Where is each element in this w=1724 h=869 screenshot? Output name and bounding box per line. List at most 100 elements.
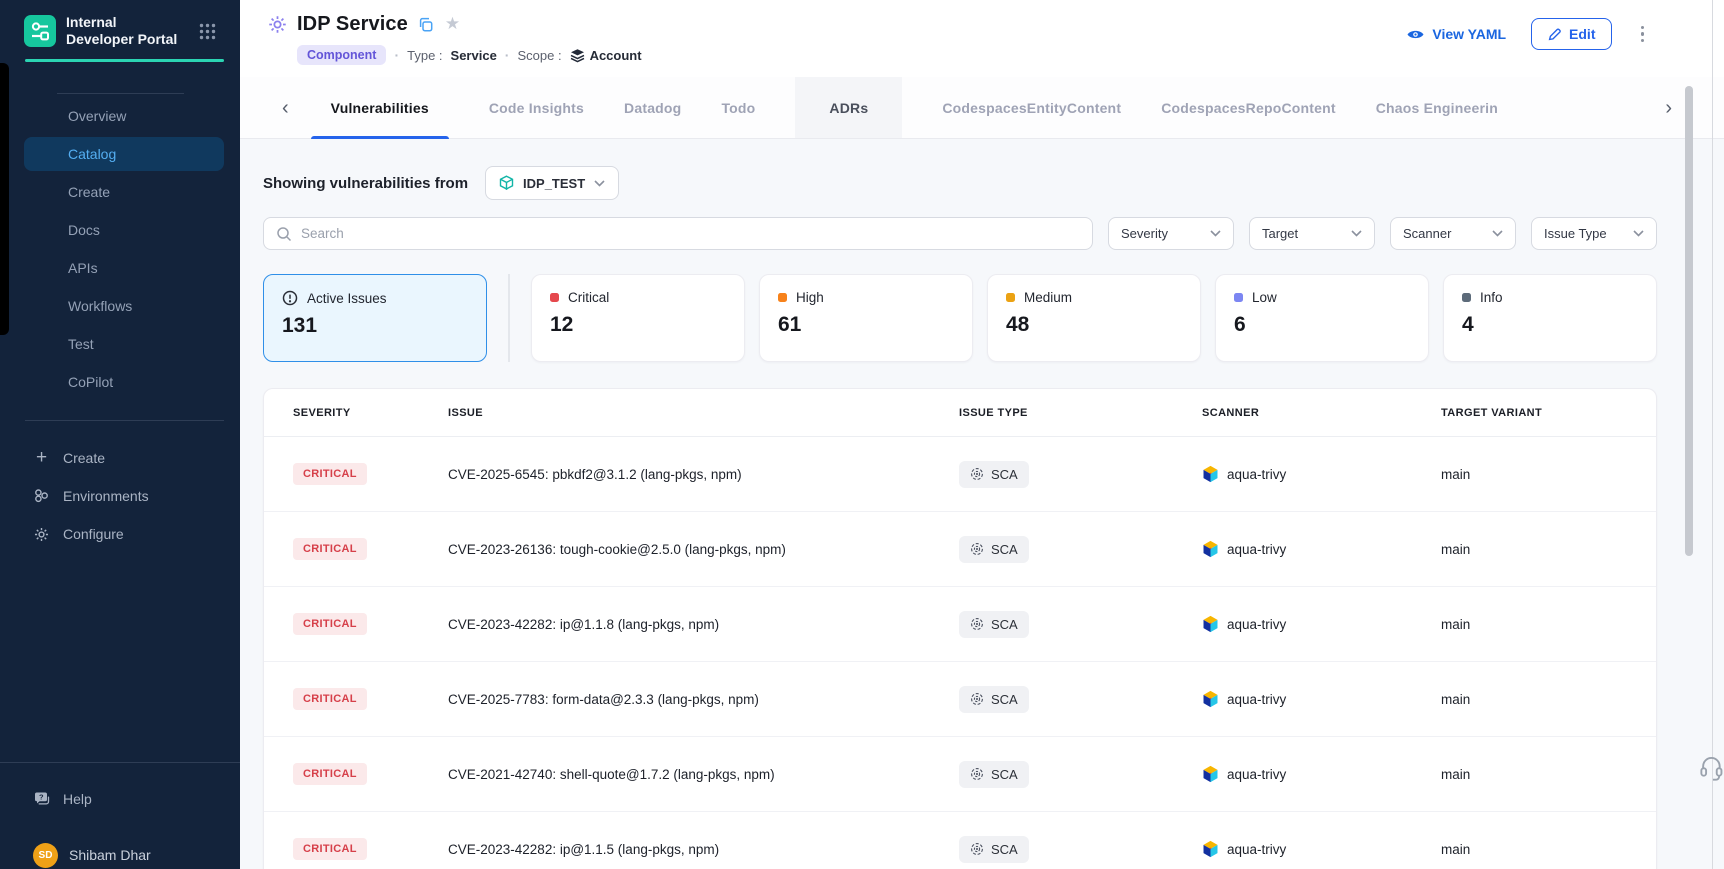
dot-separator: · xyxy=(394,47,399,63)
app-switcher-icon[interactable] xyxy=(199,23,216,40)
stats-divider xyxy=(508,274,510,362)
severity-card[interactable]: Info 4 xyxy=(1443,274,1657,362)
severity-dot xyxy=(550,293,559,302)
severity-dot xyxy=(1234,293,1243,302)
table-row[interactable]: CRITICAL CVE-2025-6545: pbkdf2@3.1.2 (la… xyxy=(264,437,1656,512)
sidebar-header: Internal Developer Portal xyxy=(24,14,216,48)
sidebar-divider xyxy=(0,762,240,763)
issue-cell: CVE-2023-26136: tough-cookie@2.5.0 (lang… xyxy=(448,542,959,557)
app-screen: Internal Developer Portal Overview Catal… xyxy=(0,0,1724,869)
pencil-icon xyxy=(1547,27,1562,42)
severity-count: 61 xyxy=(778,313,954,337)
issue-type-chip: SCA xyxy=(959,686,1029,713)
vertical-scrollbar[interactable] xyxy=(1685,86,1693,556)
entity-meta: Component · Type : Service · Scope : Acc… xyxy=(297,44,642,66)
tab[interactable]: Todo xyxy=(721,77,755,138)
sidebar-action-create[interactable]: + Create xyxy=(24,439,224,477)
table-row[interactable]: CRITICAL CVE-2023-42282: ip@1.1.8 (lang-… xyxy=(264,587,1656,662)
svg-text:?: ? xyxy=(39,793,44,802)
table-row[interactable]: CRITICAL CVE-2025-7783: form-data@2.3.3 … xyxy=(264,662,1656,737)
target-variant-cell: main xyxy=(1441,617,1656,632)
table-row[interactable]: CRITICAL CVE-2021-42740: shell-quote@1.7… xyxy=(264,737,1656,812)
tab-label: Chaos Engineerin xyxy=(1376,100,1498,116)
user-name: Shibam Dhar xyxy=(69,847,151,863)
sca-fingerprint-icon xyxy=(970,842,984,856)
page-title: IDP Service xyxy=(297,13,408,36)
sidebar-actions: + Create Environments Configure xyxy=(24,439,224,553)
tab[interactable]: CodespacesRepoContent xyxy=(1161,77,1336,138)
component-badge: Component xyxy=(297,45,386,65)
sidebar-nav-label: Create xyxy=(68,184,110,200)
help-chat-icon: ? xyxy=(33,791,51,807)
sidebar-nav-item[interactable]: Create xyxy=(24,175,224,209)
sidebar-nav-item[interactable]: CoPilot xyxy=(24,365,224,399)
scope-value: Account xyxy=(590,48,642,63)
portal-logo-icon xyxy=(24,15,56,47)
active-issues-card[interactable]: Active Issues 131 xyxy=(263,274,487,362)
table-row[interactable]: CRITICAL CVE-2023-42282: ip@1.1.5 (lang-… xyxy=(264,812,1656,869)
sidebar-nav-label: Docs xyxy=(68,222,100,238)
severity-card[interactable]: High 61 xyxy=(759,274,973,362)
help-button[interactable]: ? Help xyxy=(33,780,92,818)
sidebar-nav-label: Overview xyxy=(68,108,126,124)
severity-card[interactable]: Low 6 xyxy=(1215,274,1429,362)
user-menu[interactable]: SD Shibam Dhar xyxy=(33,838,151,869)
tab[interactable]: Datadog xyxy=(624,77,681,138)
sidebar-nav-label: CoPilot xyxy=(68,374,113,390)
sidebar-nav-item[interactable]: Catalog xyxy=(24,137,224,171)
scanner-cell: aqua-trivy xyxy=(1202,840,1441,858)
sidebar-action-configure[interactable]: Configure xyxy=(24,515,224,553)
tab[interactable]: CodespacesEntityContent xyxy=(942,77,1121,138)
table-header: SEVERITY ISSUE ISSUE TYPE SCANNER TARGET… xyxy=(264,389,1656,437)
filter-select[interactable]: Issue Type xyxy=(1531,217,1657,250)
search-input[interactable] xyxy=(301,226,1080,241)
view-yaml-button[interactable]: View YAML xyxy=(1406,26,1506,42)
severity-badge: CRITICAL xyxy=(293,613,367,635)
severity-count: 12 xyxy=(550,313,726,337)
issue-type-chip: SCA xyxy=(959,461,1029,488)
scanner-cell: aqua-trivy xyxy=(1202,540,1441,558)
favorite-star-icon[interactable]: ★ xyxy=(445,14,460,34)
severity-badge: CRITICAL xyxy=(293,763,367,785)
issue-cell: CVE-2023-42282: ip@1.1.8 (lang-pkgs, npm… xyxy=(448,617,959,632)
vulnerabilities-table: SEVERITY ISSUE ISSUE TYPE SCANNER TARGET… xyxy=(263,388,1657,869)
filter-select[interactable]: Target xyxy=(1249,217,1375,250)
severity-card[interactable]: Critical 12 xyxy=(531,274,745,362)
tab[interactable]: Code Insights xyxy=(489,77,584,138)
severity-badge: CRITICAL xyxy=(293,688,367,710)
tabs-scroll-right-icon[interactable]: › xyxy=(1665,98,1672,118)
scanner-cell: aqua-trivy xyxy=(1202,615,1441,633)
project-select[interactable]: IDP_TEST xyxy=(485,166,619,200)
support-headset-icon[interactable] xyxy=(1699,755,1724,781)
sidebar-nav-item[interactable]: Test xyxy=(24,327,224,361)
filter-select[interactable]: Severity xyxy=(1108,217,1234,250)
sidebar-nav: Overview Catalog Create Docs APIs xyxy=(24,99,224,403)
issue-type-chip: SCA xyxy=(959,611,1029,638)
tabs-scroll-left-icon[interactable]: ‹ xyxy=(282,98,289,118)
sidebar-nav-item[interactable]: Workflows xyxy=(24,289,224,323)
sca-fingerprint-icon xyxy=(970,692,984,706)
gear-icon xyxy=(33,526,50,543)
portal-title: Internal Developer Portal xyxy=(66,14,184,48)
sidebar-nav-item[interactable]: Docs xyxy=(24,213,224,247)
sidebar-accent-rule xyxy=(25,59,224,62)
stats-row: Active Issues 131 Critical 12 xyxy=(263,274,1657,362)
chevron-down-icon xyxy=(1633,230,1644,237)
issue-cell: CVE-2021-42740: shell-quote@1.7.2 (lang-… xyxy=(448,767,959,782)
tab[interactable]: ADRs xyxy=(795,77,902,138)
sidebar-action-environments[interactable]: Environments xyxy=(24,477,224,515)
sidebar-nav-item[interactable]: APIs xyxy=(24,251,224,285)
sidebar-nav-item[interactable]: Overview xyxy=(24,99,224,133)
more-options-kebab[interactable] xyxy=(1637,22,1649,47)
tab-label: Vulnerabilities xyxy=(331,100,429,116)
severity-badge: CRITICAL xyxy=(293,463,367,485)
tab[interactable]: Vulnerabilities xyxy=(311,77,449,138)
edit-button[interactable]: Edit xyxy=(1531,18,1611,50)
tab[interactable]: Chaos Engineerin xyxy=(1376,77,1498,138)
severity-card[interactable]: Medium 48 xyxy=(987,274,1201,362)
search-box xyxy=(263,217,1093,250)
copy-icon[interactable] xyxy=(417,16,434,33)
filter-select[interactable]: Scanner xyxy=(1390,217,1516,250)
table-row[interactable]: CRITICAL CVE-2023-26136: tough-cookie@2.… xyxy=(264,512,1656,587)
sidebar-nav-label: Test xyxy=(68,336,94,352)
